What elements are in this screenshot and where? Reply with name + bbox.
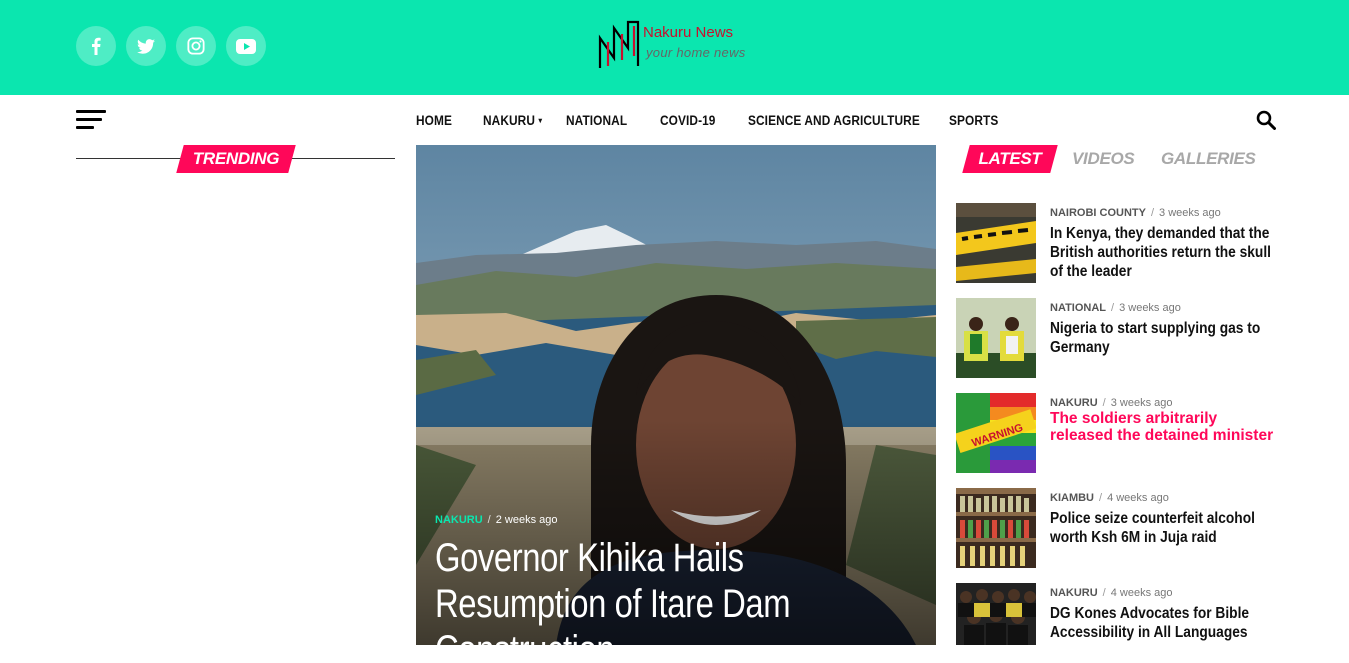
latest-title[interactable]: Police seize counterfeit alcohol worth K… [1050,509,1274,547]
logo-title: Nakuru News [643,24,734,41]
latest-item[interactable]: NATIONAL/3 weeks ago Nigeria to start su… [956,298,1286,378]
trending-tag: TRENDING [176,145,296,173]
featured-article[interactable]: NAKURU/2 weeks ago Governor Kihika Hails… [416,145,936,645]
facebook-icon [92,37,101,55]
caret-down-icon: ▾ [538,116,543,126]
latest-thumbnail [956,298,1036,378]
twitter-link[interactable] [126,26,166,66]
latest-item[interactable]: WARNING NAKURU/3 weeks ago The soldiers … [956,393,1286,473]
twitter-icon [137,38,155,54]
latest-meta: NAKURU/4 weeks ago [1050,587,1173,599]
nav-item-science[interactable]: SCIENCE AND AGRICULTURE [748,113,920,128]
nav-item-nakuru[interactable]: NAKURU ▾ [483,113,542,128]
search-button[interactable] [1256,110,1278,132]
instagram-link[interactable] [176,26,216,66]
latest-thumbnail [956,203,1036,283]
search-icon [1256,110,1276,130]
latest-title[interactable]: DG Kones Advocates for Bible Accessibili… [1050,604,1274,642]
logo-tagline: your home news [646,45,746,60]
tab-galleries[interactable]: GALLERIES [1161,145,1256,173]
latest-thumbnail: WARNING [956,393,1036,473]
latest-title[interactable]: In Kenya, they demanded that the British… [1050,224,1274,281]
featured-meta: NAKURU/2 weeks ago [435,514,558,526]
nav-item-covid[interactable]: COVID-19 [660,113,716,128]
main-nav: HOME NAKURU ▾ NATIONAL COVID-19 SCIENCE A… [0,95,1349,145]
instagram-icon [187,37,205,55]
nav-item-sports[interactable]: SPORTS [949,113,998,128]
top-bar: Nakuru News your home news [0,0,1349,95]
tab-latest[interactable]: LATEST [962,145,1058,173]
latest-meta: KIAMBU/4 weeks ago [1050,492,1169,504]
latest-title[interactable]: The soldiers arbitrarily released the de… [1050,410,1280,444]
youtube-link[interactable] [226,26,266,66]
latest-item[interactable]: NAIROBI COUNTY/3 weeks ago In Kenya, the… [956,203,1286,283]
menu-icon[interactable] [76,110,106,130]
nav-item-national[interactable]: NATIONAL [566,113,627,128]
featured-category[interactable]: NAKURU [435,514,483,526]
latest-meta: NAIROBI COUNTY/3 weeks ago [1050,207,1221,219]
nav-links: HOME NAKURU ▾ NATIONAL COVID-19 SCIENCE A… [416,95,1033,145]
featured-time: 2 weeks ago [495,514,558,526]
latest-item[interactable]: NAKURU/4 weeks ago DG Kones Advocates fo… [956,583,1286,663]
nav-item-home[interactable]: HOME [416,113,452,128]
site-logo[interactable]: Nakuru News your home news [598,20,758,72]
youtube-icon [236,38,256,54]
latest-item[interactable]: KIAMBU/4 weeks ago Police seize counterf… [956,488,1286,568]
latest-thumbnail [956,583,1036,663]
facebook-link[interactable] [76,26,116,66]
tab-videos[interactable]: VIDEOS [1072,145,1135,173]
logo-mark-icon [598,20,640,68]
latest-title[interactable]: Nigeria to start supplying gas to German… [1050,319,1274,357]
featured-title[interactable]: Governor Kihika Hails Resumption of Itar… [435,535,861,645]
latest-thumbnail [956,488,1036,568]
latest-meta: NAKURU/3 weeks ago [1050,397,1173,409]
latest-meta: NATIONAL/3 weeks ago [1050,302,1181,314]
